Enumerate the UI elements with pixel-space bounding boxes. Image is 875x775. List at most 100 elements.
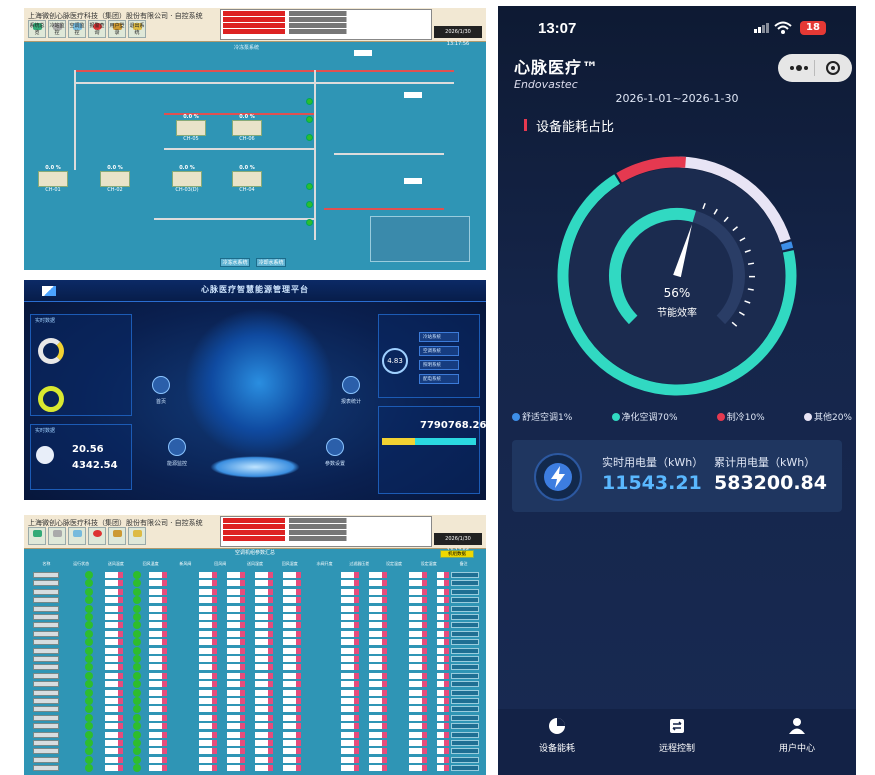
tab-remote-control[interactable]: 远程控制 <box>632 717 722 754</box>
toolbar-overview-button[interactable]: 系统总览 <box>28 20 46 38</box>
fan-icon <box>85 638 93 647</box>
unit-data-button[interactable]: 机组数据 <box>440 550 474 558</box>
value-box <box>149 639 167 646</box>
value-box <box>341 588 359 595</box>
menu-item[interactable]: 空调系统 <box>419 346 459 356</box>
table-row[interactable] <box>29 713 481 722</box>
settings-icon[interactable] <box>326 438 344 456</box>
status-cell <box>451 664 479 671</box>
chiller-unit[interactable]: 0.0 % CH-01 <box>38 165 68 193</box>
toolbar-alarm-button[interactable]: 报警查询 <box>88 20 106 38</box>
table-row[interactable] <box>29 596 481 605</box>
table-row[interactable] <box>29 764 481 773</box>
pump-icon[interactable] <box>306 201 313 208</box>
value-box <box>341 681 359 688</box>
value-box <box>283 714 301 721</box>
toolbar-login-button[interactable] <box>108 527 126 545</box>
value-box <box>283 622 301 629</box>
toolbar-ac-button[interactable]: 空调监控 <box>68 20 86 38</box>
table-row[interactable] <box>29 579 481 588</box>
chiller-unit[interactable]: 0.0 % CH-02 <box>100 165 130 193</box>
pump-icon[interactable] <box>306 219 313 226</box>
chilled-water-button[interactable]: 冷冻水系统 <box>220 258 250 267</box>
report-icon[interactable] <box>342 376 360 394</box>
value-box <box>227 614 245 620</box>
toolbar-alarm-button[interactable] <box>88 527 106 545</box>
value-box <box>437 672 449 679</box>
toolbar-exit-button[interactable]: 退出系统 <box>128 20 146 38</box>
mini-program-capsule[interactable] <box>778 54 852 82</box>
chiller-unit[interactable]: 0.0 % CH-04 <box>232 165 262 193</box>
value-box <box>437 664 449 671</box>
table-row[interactable] <box>29 739 481 747</box>
value-box <box>409 756 427 763</box>
table-row[interactable] <box>29 705 481 714</box>
value-box <box>149 756 167 763</box>
toolbar-ac-button[interactable] <box>68 527 86 545</box>
table-row[interactable] <box>29 688 481 697</box>
close-target-icon[interactable] <box>826 61 840 75</box>
more-icon[interactable] <box>790 65 808 71</box>
pump-icon[interactable] <box>306 116 313 123</box>
cooling-water-button[interactable]: 冷却水系统 <box>256 258 286 267</box>
alarm-list-window[interactable] <box>220 516 432 547</box>
alarm-list-window[interactable] <box>220 9 432 40</box>
table-row[interactable] <box>29 646 481 655</box>
value-box <box>149 622 167 629</box>
value-box <box>199 681 217 688</box>
toolbar-login-button[interactable]: 用户登录 <box>108 20 126 38</box>
chiller-unit[interactable]: 0.0 % CH-03(D) <box>172 165 202 193</box>
menu-item[interactable]: 冷站系统 <box>419 332 459 342</box>
toolbar-chiller-button[interactable]: 冷站监控 <box>48 20 66 38</box>
table-row[interactable] <box>29 680 481 689</box>
table-row[interactable] <box>29 655 481 663</box>
menu-item[interactable]: 配电系统 <box>419 374 459 384</box>
unit-name <box>33 698 59 704</box>
chiller-unit[interactable]: 0.0 % CH-06 <box>232 114 262 142</box>
table-row[interactable] <box>29 747 481 756</box>
date-range[interactable]: 2026-1-01~2026-1-30 <box>498 92 856 105</box>
chiller-unit[interactable]: 0.0 % CH-05 <box>176 114 206 142</box>
valve-icon <box>133 638 141 647</box>
control-box[interactable] <box>370 216 470 262</box>
unit-name <box>33 664 59 671</box>
tab-energy[interactable]: 设备能耗 <box>512 717 602 754</box>
table-row[interactable] <box>29 638 481 647</box>
menu-item[interactable]: 照明系统 <box>419 360 459 370</box>
toolbar-overview-button[interactable] <box>28 527 46 545</box>
bolt-icon <box>534 453 582 501</box>
value-box <box>283 706 301 713</box>
table-row[interactable] <box>29 571 481 579</box>
value-box <box>409 731 427 738</box>
value-box <box>409 639 427 646</box>
table-row[interactable] <box>29 697 481 705</box>
value-box <box>409 630 427 637</box>
value-box <box>105 630 123 637</box>
monitor-icon[interactable] <box>168 438 186 456</box>
home-icon[interactable] <box>152 376 170 394</box>
table-row[interactable] <box>29 671 481 680</box>
value-box <box>255 597 273 604</box>
table-row[interactable] <box>29 730 481 739</box>
table-row[interactable] <box>29 755 481 764</box>
value-box <box>227 681 245 688</box>
pump-icon[interactable] <box>306 134 313 141</box>
table-row[interactable] <box>29 621 481 630</box>
value-box <box>283 614 301 620</box>
table-row[interactable] <box>29 587 481 596</box>
table-row[interactable] <box>29 604 481 613</box>
value-box <box>369 614 387 620</box>
table-row[interactable] <box>29 722 481 731</box>
pump-icon[interactable] <box>306 183 313 190</box>
total-energy-value: 4342.54 <box>72 460 118 471</box>
value-box <box>227 765 245 772</box>
value-box <box>409 572 427 578</box>
tab-user-center[interactable]: 用户中心 <box>752 717 842 754</box>
value-box <box>199 656 217 662</box>
toolbar-exit-button[interactable] <box>128 527 146 545</box>
toolbar-chiller-button[interactable] <box>48 527 66 545</box>
table-row[interactable] <box>29 663 481 672</box>
table-row[interactable] <box>29 613 481 621</box>
pump-icon[interactable] <box>306 98 313 105</box>
table-row[interactable] <box>29 629 481 638</box>
